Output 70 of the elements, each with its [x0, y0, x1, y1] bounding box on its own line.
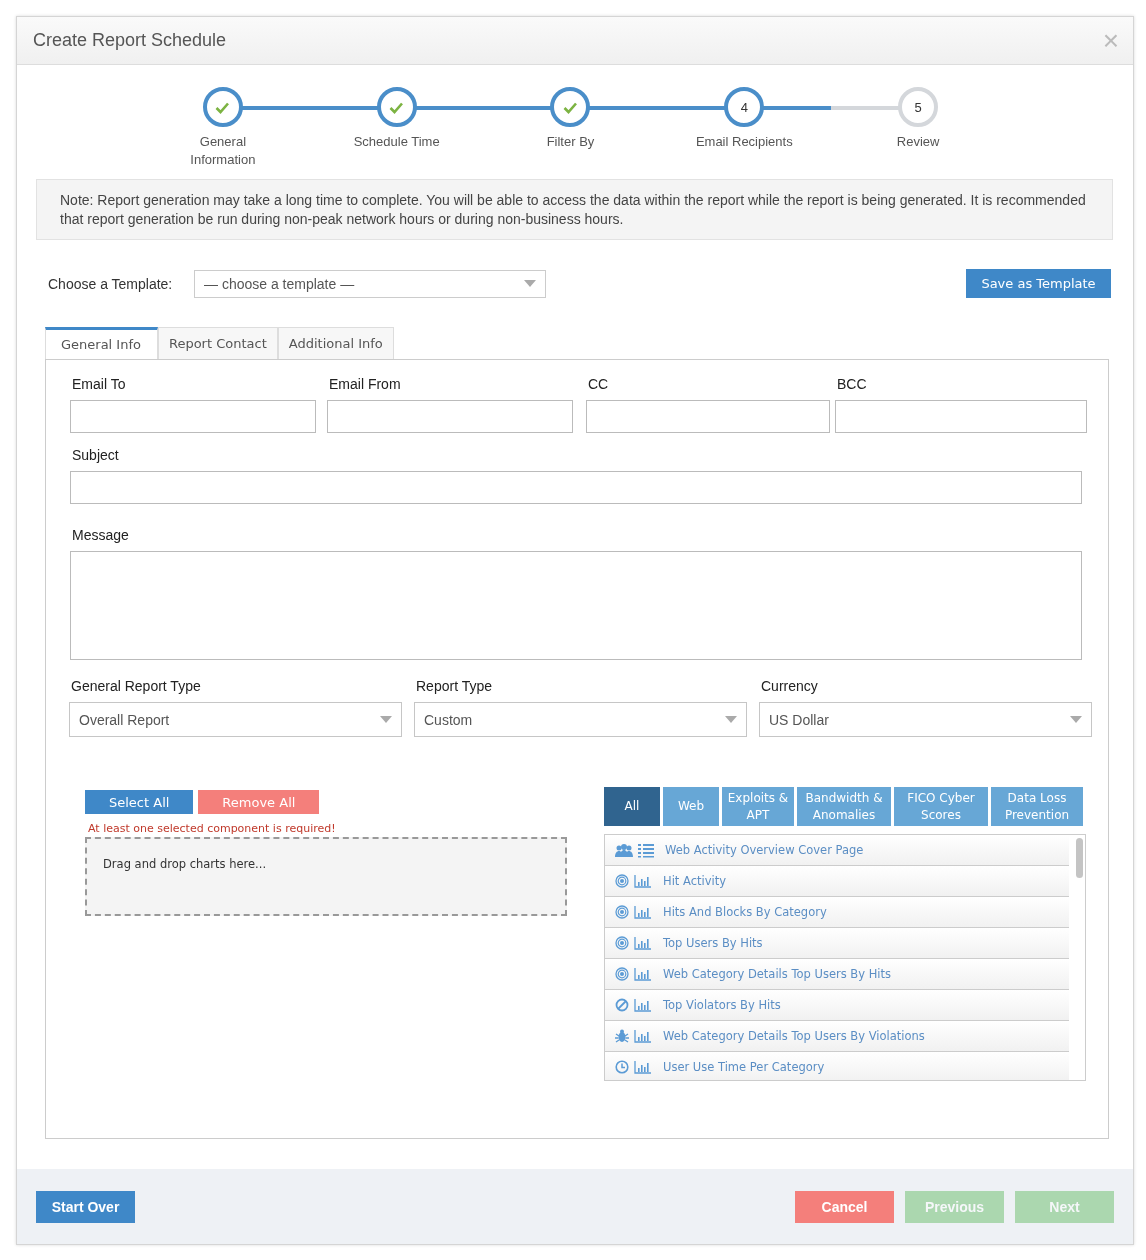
- clock-icon: [615, 1060, 629, 1074]
- category-tab[interactable]: Exploits & APT: [722, 787, 794, 826]
- remove-all-button[interactable]: Remove All: [198, 790, 320, 814]
- template-label: Choose a Template:: [48, 275, 174, 292]
- check-icon: [389, 100, 405, 114]
- bar-chart-icon: [634, 1060, 652, 1074]
- category-tab[interactable]: Bandwidth & Anomalies: [797, 787, 891, 826]
- input-field[interactable]: [586, 400, 830, 433]
- bug-icon: [615, 1029, 629, 1043]
- tab[interactable]: General Info: [45, 327, 158, 359]
- step-label: Schedule Time: [353, 133, 440, 151]
- people-icon: [615, 843, 633, 857]
- field-label: CC: [588, 376, 610, 394]
- step-label: Email Recipients: [695, 133, 793, 151]
- select-all-button[interactable]: Select All: [85, 790, 194, 814]
- field-label: Email To: [72, 376, 127, 394]
- save-template-button[interactable]: Save as Template: [966, 269, 1111, 298]
- footer-button[interactable]: Start Over: [36, 1190, 135, 1223]
- tab[interactable]: Additional Info: [277, 327, 394, 359]
- bar-chart-icon: [634, 998, 652, 1012]
- bar-chart-icon: [634, 967, 652, 981]
- bar-chart-icon: [634, 905, 652, 919]
- note-text: Note: Report generation may take a long time to complete. You will be able to access the data within the report while the report is being generated. It is recommended that report generation be run during non-peak network hours or during non-business hours.: [36, 179, 1113, 240]
- check-icon: [215, 100, 231, 114]
- dropdown[interactable]: US Dollar: [759, 702, 1092, 737]
- tab[interactable]: Report Contact: [157, 327, 278, 359]
- caret-icon: [1070, 716, 1082, 723]
- error-message: At least one selected component is required!: [88, 822, 337, 835]
- close-button[interactable]: ×: [1102, 26, 1119, 55]
- field-label: BCC: [837, 376, 868, 394]
- step-number: 4: [724, 87, 765, 127]
- target-icon: [615, 936, 629, 950]
- target-icon: [615, 905, 629, 919]
- input-field[interactable]: [70, 400, 316, 433]
- scrollbar[interactable]: [1076, 838, 1083, 878]
- dropdown[interactable]: Overall Report: [69, 702, 402, 737]
- step-number: 5: [898, 87, 939, 127]
- dropdown[interactable]: Custom: [414, 702, 747, 737]
- field-label: Email From: [329, 376, 402, 394]
- bar-chart-icon: [634, 874, 652, 888]
- subject-label: Subject: [72, 447, 120, 465]
- category-tab[interactable]: All: [604, 787, 660, 826]
- bar-chart-icon: [634, 936, 652, 950]
- step-label: Filter By: [546, 133, 595, 151]
- caret-icon: [725, 716, 737, 723]
- step-label: Review: [896, 133, 940, 151]
- caret-icon: [524, 280, 536, 287]
- field-label: Report Type: [416, 678, 493, 696]
- target-icon: [615, 967, 629, 981]
- window-title: Create Report Schedule: [33, 30, 227, 51]
- list-icon: [638, 842, 654, 858]
- check-icon: [563, 100, 578, 114]
- input-field[interactable]: [327, 400, 573, 433]
- category-tab[interactable]: FICO Cyber Scores: [894, 787, 988, 826]
- caret-icon: [380, 716, 392, 723]
- footer-button[interactable]: Cancel: [795, 1190, 894, 1223]
- field-label: Currency: [761, 678, 819, 696]
- message-label: Message: [72, 527, 130, 545]
- drop-zone[interactable]: Drag and drop charts here...: [85, 837, 567, 916]
- target-icon: [615, 874, 629, 888]
- subject-field[interactable]: [70, 471, 1082, 504]
- category-tab[interactable]: Web: [663, 787, 719, 826]
- input-field[interactable]: [835, 400, 1087, 433]
- blocked-icon: [615, 998, 629, 1012]
- message-field[interactable]: [70, 551, 1082, 660]
- step-label: General Information: [189, 133, 257, 169]
- category-tab[interactable]: Data Loss Prevention: [991, 787, 1083, 826]
- field-label: General Report Type: [71, 678, 202, 696]
- bar-chart-icon: [634, 1029, 652, 1043]
- template-dropdown[interactable]: — choose a template —: [194, 269, 546, 298]
